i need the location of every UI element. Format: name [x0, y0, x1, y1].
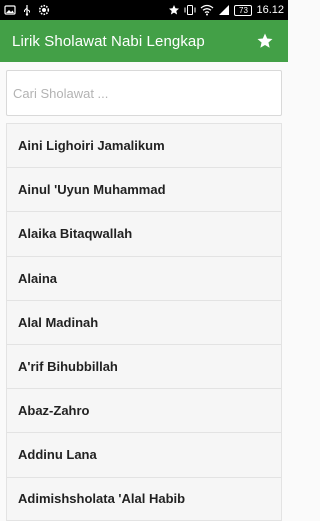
status-left	[4, 3, 50, 17]
list-item[interactable]: Alaina	[6, 255, 282, 300]
status-bar: 73 16.12	[0, 0, 288, 20]
list-item[interactable]: Aini Lighoiri Jamalikum	[6, 123, 282, 168]
list-item[interactable]: Alal Madinah	[6, 299, 282, 344]
list-item[interactable]: Alaika Bitaqwallah	[6, 211, 282, 256]
favorites-button[interactable]	[254, 30, 276, 52]
sholawat-list: Aini Lighoiri Jamalikum Ainul 'Uyun Muha…	[6, 123, 282, 521]
settings-icon	[38, 3, 50, 17]
wifi-icon	[200, 3, 214, 17]
list-item[interactable]: Adimishsholata 'Alal Habib	[6, 476, 282, 521]
battery-indicator: 73	[234, 4, 253, 16]
app-bar: Lirik Sholawat Nabi Lengkap	[0, 20, 288, 62]
signal-icon	[218, 3, 230, 17]
star-status-icon	[168, 3, 180, 17]
star-icon	[257, 33, 273, 48]
search-input[interactable]	[7, 71, 281, 115]
status-time: 16.12	[256, 4, 284, 16]
list-item[interactable]: Ainul 'Uyun Muhammad	[6, 167, 282, 212]
list-item[interactable]: Abaz-Zahro	[6, 388, 282, 433]
image-notification-icon	[4, 3, 16, 17]
status-right: 73 16.12	[168, 3, 284, 17]
search-box	[6, 70, 282, 116]
usb-icon	[22, 3, 32, 17]
vibrate-icon	[184, 3, 196, 17]
list-item[interactable]: A'rif Bihubbillah	[6, 343, 282, 389]
app-title: Lirik Sholawat Nabi Lengkap	[12, 32, 205, 50]
list-item[interactable]: Addinu Lana	[6, 432, 282, 477]
